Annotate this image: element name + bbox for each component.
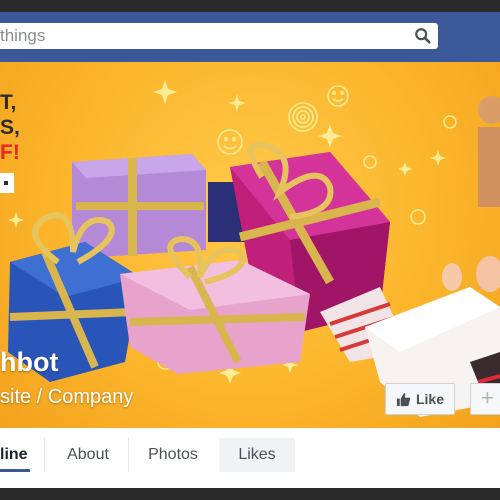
thumbs-up-icon [396,392,411,406]
tab-photos[interactable]: Photos [134,438,212,472]
promo-chip [0,173,14,193]
promo-line-3: F! [0,141,20,164]
page-category: site / Company [0,386,134,408]
screen-frame-bottom [0,488,500,500]
tab-divider [128,438,129,472]
like-button[interactable]: Like [385,383,455,415]
cover-photo: T, S, F! hbot site / Company Like + [0,62,500,428]
tab-likes[interactable]: Likes [219,438,295,472]
more-button[interactable]: + [470,383,500,415]
top-navigation-bar: things [0,12,500,62]
screen-frame-top [0,0,500,12]
gift-boxes-illustration [8,80,500,417]
tab-timeline[interactable]: line [0,438,30,472]
promo-line-1: T, [0,91,17,114]
page-title: hbot [0,347,59,377]
tab-divider [44,438,45,472]
search-text: things [0,26,46,45]
page-tabs: line About Photos Likes [0,428,500,489]
tab-about[interactable]: About [52,438,124,472]
promo-text: T, S, F! [0,90,20,165]
search-icon[interactable] [414,27,432,45]
search-input[interactable]: things [0,23,438,49]
promo-line-2: S, [0,116,20,139]
like-label: Like [415,391,444,407]
